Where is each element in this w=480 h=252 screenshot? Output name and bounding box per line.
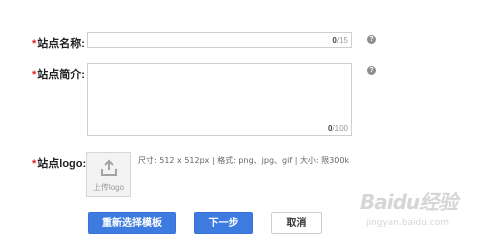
watermark-url: jingyan.baidu.com — [366, 218, 450, 228]
logo-upload-button[interactable]: 上传logo — [86, 152, 131, 197]
upload-logo-text: 上传logo — [92, 183, 125, 192]
site-intro-help-icon[interactable]: ? — [367, 66, 376, 75]
site-logo-label: *站点logo: — [32, 158, 87, 170]
site-intro-counter: 0/100 — [327, 124, 348, 133]
site-name-input[interactable]: 0/15 — [87, 32, 352, 48]
site-name-help-icon[interactable]: ? — [367, 35, 376, 44]
required-mark: * — [32, 38, 37, 50]
watermark-logo: Baidu经验 — [360, 190, 458, 214]
baidu-jingyan-watermark: Baidu经验 jingyan.baidu.com — [360, 186, 476, 246]
site-intro-textarea[interactable]: 0/100 — [87, 63, 352, 136]
logo-upload-requirements: 尺寸: 512 x 512px | 格式: png、jpg、gif | 大小: … — [138, 156, 350, 165]
site-name-label: *站点名称: — [32, 38, 85, 50]
upload-icon — [101, 159, 117, 176]
site-intro-label: *站点简介: — [32, 69, 85, 81]
site-name-counter: 0/15 — [332, 36, 348, 45]
cancel-button[interactable]: 取消 — [271, 212, 322, 234]
next-step-button[interactable]: 下一步 — [194, 212, 253, 234]
reselect-template-button[interactable]: 重新选择模板 — [88, 212, 176, 234]
